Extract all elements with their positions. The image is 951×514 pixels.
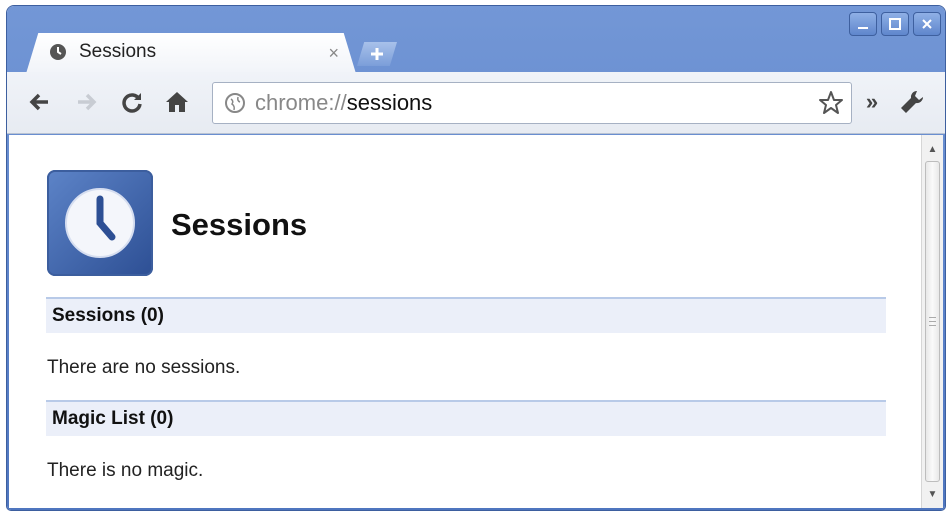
- toolbar: chrome://sessions »: [7, 72, 945, 134]
- wrench-menu-button[interactable]: [895, 85, 929, 119]
- reload-icon: [122, 93, 142, 113]
- maximize-icon: [889, 18, 901, 30]
- tab-title: Sessions: [79, 41, 157, 62]
- clock-icon: [65, 188, 135, 258]
- tab-close-button[interactable]: ×: [328, 43, 339, 64]
- page-header: Sessions: [47, 170, 307, 276]
- browser-window: Sessions × chrome://sessions » Sessions …: [7, 6, 945, 510]
- back-button[interactable]: [23, 85, 57, 119]
- minimize-icon: [858, 27, 868, 29]
- page-title: Sessions: [171, 207, 308, 242]
- address-bar[interactable]: chrome://sessions: [212, 82, 852, 124]
- reload-button[interactable]: [115, 85, 149, 119]
- overflow-button[interactable]: »: [855, 85, 889, 119]
- forward-button[interactable]: [69, 85, 103, 119]
- new-tab-plus-icon: [371, 48, 383, 60]
- window-controls: [849, 12, 941, 36]
- scroll-grip-icon: [929, 317, 936, 326]
- home-icon: [166, 92, 188, 112]
- new-tab-button[interactable]: [357, 42, 397, 66]
- clock-icon: [50, 44, 66, 60]
- vertical-scrollbar[interactable]: ▲ ▼: [921, 135, 943, 508]
- tab-sessions[interactable]: Sessions ×: [25, 33, 357, 77]
- close-window-button[interactable]: [913, 12, 941, 36]
- scroll-up-button[interactable]: ▲: [922, 139, 943, 159]
- sessions-empty-text: There are no sessions.: [47, 357, 241, 378]
- minimize-button[interactable]: [849, 12, 877, 36]
- star-icon[interactable]: [817, 89, 845, 117]
- globe-icon: [225, 93, 245, 113]
- back-arrow-icon: [29, 93, 48, 111]
- forward-arrow-icon: [78, 93, 97, 111]
- sessions-section-heading: Sessions (0): [46, 297, 886, 333]
- magic-list-section-heading: Magic List (0): [46, 400, 886, 436]
- url-text: chrome://sessions: [255, 90, 433, 115]
- sessions-logo: [47, 170, 153, 276]
- home-button[interactable]: [160, 85, 194, 119]
- page-content: Sessions Sessions (0) There are no sessi…: [9, 135, 943, 508]
- magic-empty-text: There is no magic.: [47, 460, 204, 481]
- wrench-icon: [901, 90, 924, 113]
- close-icon: [922, 19, 932, 29]
- maximize-button[interactable]: [881, 12, 909, 36]
- scroll-down-button[interactable]: ▼: [922, 484, 943, 504]
- scrollbar-thumb[interactable]: [925, 161, 940, 482]
